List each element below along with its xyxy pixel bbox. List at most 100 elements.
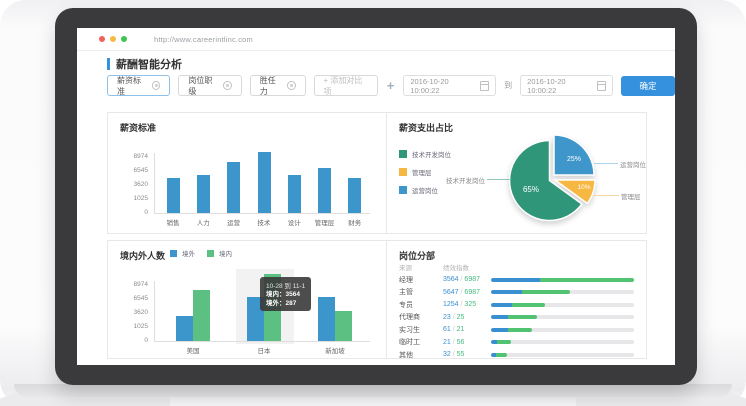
x-axis-label: 销售 <box>158 217 188 227</box>
progress-track <box>491 278 634 282</box>
tooltip-line-domestic: 境内：3564 <box>266 291 305 300</box>
legend-item[interactable]: 运营岗位 <box>399 185 451 195</box>
y-axis-label: 1025 <box>112 323 148 330</box>
date-from-value: 2016-10-20 10:00:22 <box>410 77 475 95</box>
laptop-base <box>14 384 732 397</box>
table-row: 其他32 / 55 <box>399 349 634 360</box>
progress-segment-blue <box>491 290 522 294</box>
row-label: 代理商 <box>399 312 443 322</box>
progress-track <box>491 303 634 307</box>
window-control-maximize[interactable] <box>121 36 127 42</box>
pie-legend: 技术开发岗位管理层运营岗位 <box>399 149 451 195</box>
table-row: 主管5647 / 6987 <box>399 286 634 299</box>
chip-circle-icon <box>287 81 296 90</box>
title-accent-bar <box>107 58 110 70</box>
y-axis-label: 8974 <box>112 153 148 160</box>
y-axis-label: 3620 <box>112 309 148 316</box>
browser-window: http://www.careerintlinc.com 薪酬智能分析 薪资标准… <box>77 28 675 365</box>
position-table: 来源 绩效指数 经理3564 / 6987主管5647 / 6987专员1254… <box>399 261 634 359</box>
domestic-bar[interactable] <box>335 311 352 341</box>
add-comparison-label: + 添加对比项 <box>324 75 368 97</box>
progress-segment-blue <box>491 315 508 319</box>
salary-bar[interactable] <box>318 168 331 213</box>
legend-item[interactable]: 技术开发岗位 <box>399 149 451 159</box>
add-comparison-chip[interactable]: + 添加对比项 <box>314 75 378 96</box>
progress-segment-green <box>496 353 507 357</box>
row-values: 61 / 21 <box>443 326 491 333</box>
x-axis-label: 人力 <box>188 217 218 227</box>
value-primary: 61 <box>443 326 451 333</box>
domestic-bar[interactable] <box>193 290 210 341</box>
panel-salary-expense: 薪资支出占比 技术开发岗位管理层运营岗位 65% 25% 10% 技术开发岗位 <box>386 112 647 234</box>
page-title-row: 薪酬智能分析 <box>107 56 182 72</box>
salary-bar[interactable] <box>258 152 271 213</box>
progress-segment-green <box>540 278 634 282</box>
progress-track <box>491 328 634 332</box>
table-row: 临时工21 / 56 <box>399 336 634 349</box>
value-primary: 21 <box>443 339 451 346</box>
leader-line-operations <box>594 163 618 164</box>
pie-label-operations: 运营岗位 <box>620 159 646 169</box>
pie-chart: 65% 25% 10% <box>491 119 611 234</box>
headcount-bar-chart: 10-28 到 11-1 境内：3564 境外：287 897465453620… <box>108 241 386 358</box>
progress-segment-green <box>497 340 511 344</box>
progress-segment-blue <box>491 340 497 344</box>
progress-segment-green <box>508 315 537 319</box>
column-header-index: 绩效指数 <box>443 262 491 272</box>
filter-chip-salary-standard[interactable]: 薪资标准 <box>107 75 170 96</box>
marketing-mockup: http://www.careerintlinc.com 薪酬智能分析 薪资标准… <box>0 0 746 406</box>
tooltip-period: 10-28 到 11-1 <box>266 280 305 290</box>
pie-label-management: 管理层 <box>621 191 641 201</box>
value-primary: 5647 <box>443 289 459 296</box>
salary-bar[interactable] <box>167 178 180 213</box>
row-values: 1254 / 325 <box>443 301 491 308</box>
date-from-input[interactable]: 2016-10-20 10:00:22 <box>403 75 496 96</box>
dashboard-panels: 薪资标准 89746545362010250销售人力运营技术设计管理层财务 薪资… <box>107 112 647 359</box>
value-secondary: 21 <box>457 326 465 333</box>
legend-label: 技术开发岗位 <box>412 149 451 159</box>
overseas-bar[interactable] <box>176 316 193 341</box>
pie-slice-operations[interactable] <box>554 135 594 175</box>
chip-circle-icon <box>223 81 232 90</box>
value-secondary: 6987 <box>464 276 480 283</box>
calendar-icon <box>480 81 490 91</box>
chart-tooltip: 10-28 到 11-1 境内：3564 境外：287 <box>260 277 311 311</box>
salary-bar[interactable] <box>197 175 210 213</box>
salary-bar[interactable] <box>227 162 240 213</box>
confirm-button[interactable]: 确定 <box>621 76 675 96</box>
window-control-close[interactable] <box>99 36 105 42</box>
row-values: 23 / 25 <box>443 314 491 321</box>
date-to-value: 2016-10-20 10:00:22 <box>527 77 592 95</box>
row-label: 主管 <box>399 287 443 297</box>
x-axis-line <box>154 213 370 214</box>
value-primary: 23 <box>443 314 451 321</box>
panel-position-table: 岗位分部 来源 绩效指数 经理3564 / 6987主管5647 / 6987专… <box>386 240 647 359</box>
dashboard-content: 薪酬智能分析 薪资标准 岗位职级 胜任力 <box>77 52 675 365</box>
tooltip-line-overseas: 境外：287 <box>266 300 305 309</box>
plus-icon[interactable]: + <box>386 79 396 92</box>
y-axis-line <box>154 281 155 341</box>
progress-segment-blue <box>491 278 540 282</box>
value-primary: 3564 <box>443 276 459 283</box>
date-to-input[interactable]: 2016-10-20 10:00:22 <box>520 75 613 96</box>
y-axis-label: 3620 <box>112 181 148 188</box>
x-axis-label: 日本 <box>229 345 299 355</box>
y-axis-label: 8974 <box>112 281 148 288</box>
y-axis-label: 6545 <box>112 167 148 174</box>
progress-track <box>491 290 634 294</box>
filter-chip-position-rank[interactable]: 岗位职级 <box>178 75 241 96</box>
table-row: 专员1254 / 325 <box>399 299 634 312</box>
pie-percent-operations: 25% <box>567 156 581 163</box>
row-label: 经理 <box>399 275 443 285</box>
salary-bar[interactable] <box>348 178 361 213</box>
progress-track <box>491 353 634 357</box>
salary-bar[interactable] <box>288 175 301 213</box>
leader-line-tech <box>487 179 511 180</box>
y-axis-line <box>154 153 155 213</box>
filter-chip-competence[interactable]: 胜任力 <box>250 75 306 96</box>
y-axis-label: 0 <box>112 337 148 344</box>
calendar-icon <box>597 81 607 91</box>
x-axis-line <box>154 341 370 342</box>
window-control-minimize[interactable] <box>110 36 116 42</box>
overseas-bar[interactable] <box>318 297 335 341</box>
